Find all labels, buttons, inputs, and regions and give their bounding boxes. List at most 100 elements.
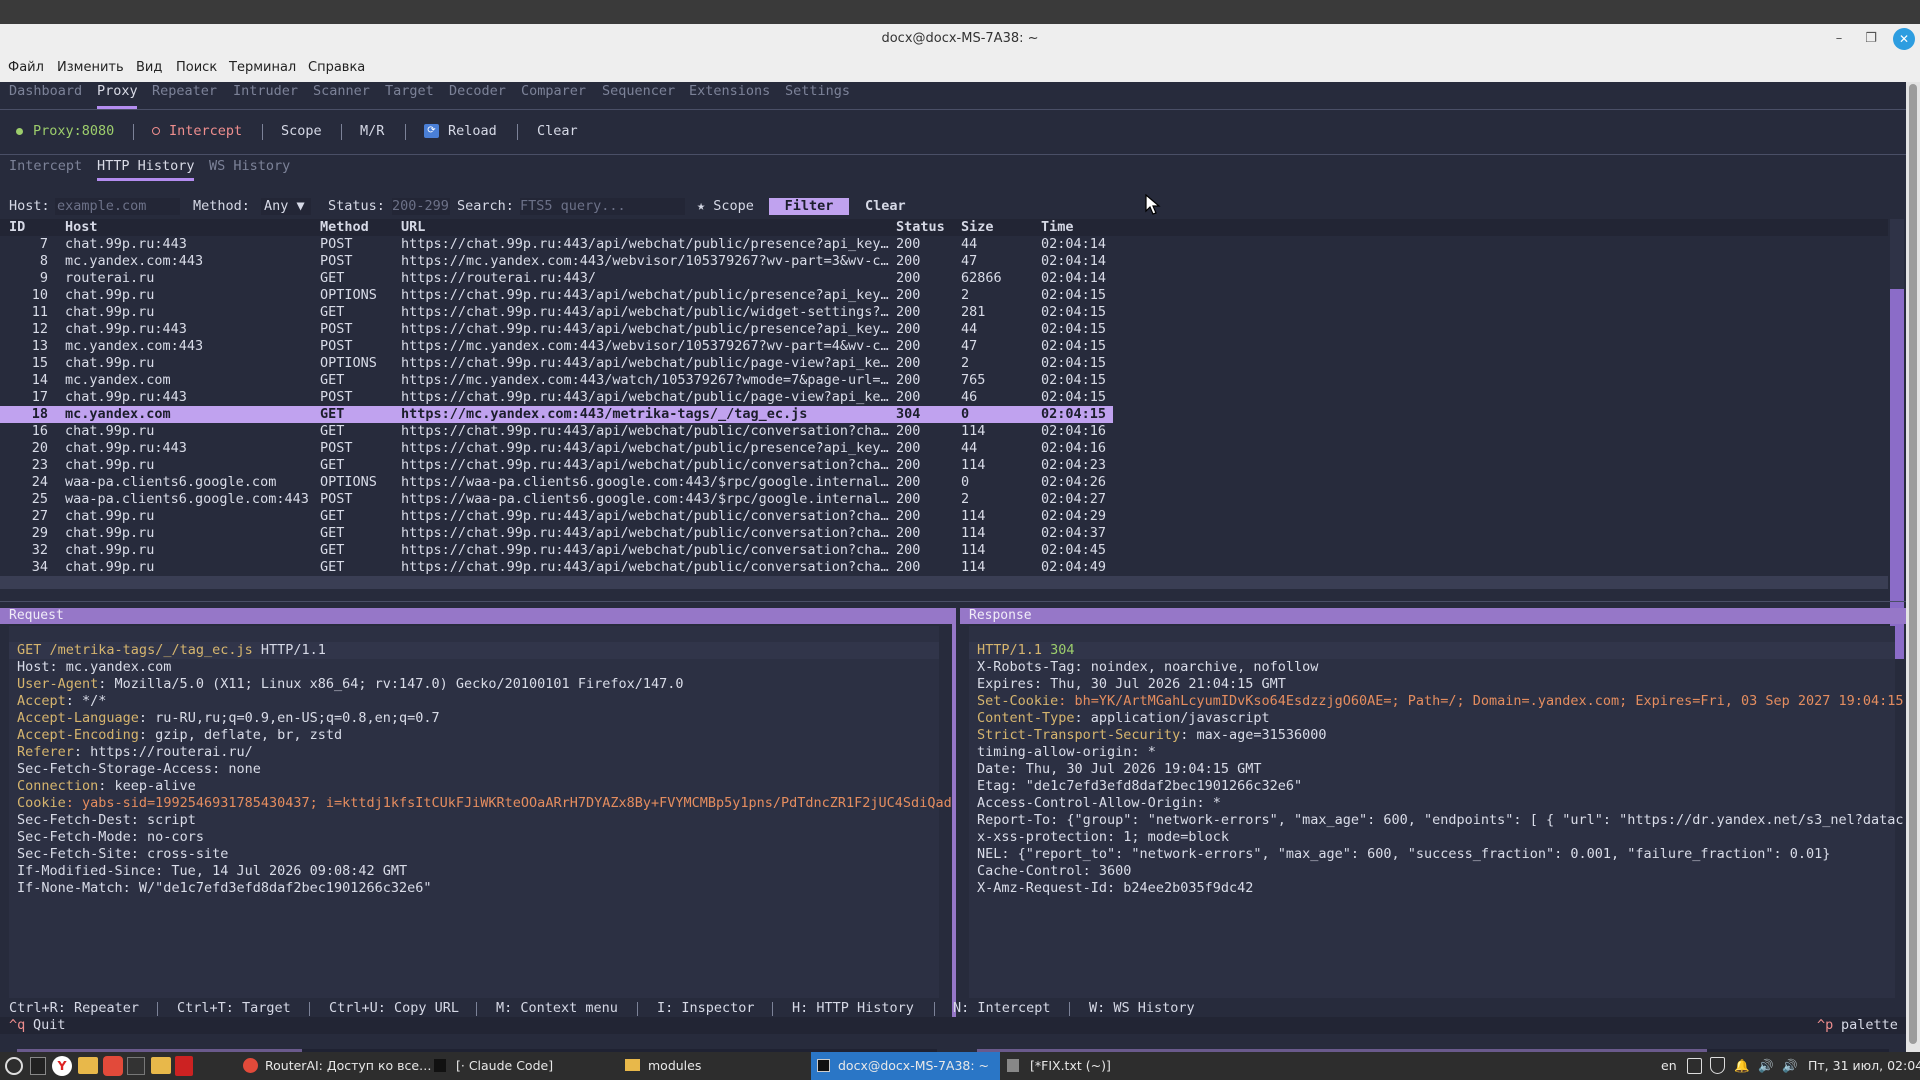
table-scrollbar-track[interactable] [1890,219,1904,659]
column-header-url[interactable]: URL [401,219,425,235]
subtab-http-history[interactable]: HTTP History [97,158,195,174]
status-filter-label: Status: [328,198,385,214]
status-filter-input[interactable]: 200-299 [392,198,450,215]
table-row[interactable]: 25 waa-pa.clients6.google.com:443 POST http… [0,491,1113,508]
column-header-id[interactable]: ID [9,219,25,235]
minimize-icon[interactable]: – [1828,28,1850,50]
table-row[interactable]: 11 chat.99p.ru GET https://chat.99p.ru:443/… [0,304,1113,321]
scope-button[interactable]: Scope [281,123,322,139]
table-hscroll[interactable] [0,576,1888,589]
table-row[interactable]: 8 mc.yandex.com:443 POST https://mc.yandex.… [0,253,1113,270]
tab-scanner[interactable]: Scanner [313,83,370,99]
table-row[interactable]: 17 chat.99p.ru:443 POST https://chat.99p.ru… [0,389,1113,406]
app-launcher-icon[interactable] [103,1056,123,1076]
table-row[interactable]: 14 mc.yandex.com GET https://mc.yandex.com:… [0,372,1113,389]
table-row[interactable]: 10 chat.99p.ru OPTIONS https://chat.99p.ru:… [0,287,1113,304]
reload-button[interactable]: Reload [448,123,497,139]
tab-dashboard[interactable]: Dashboard [9,83,82,99]
table-row[interactable]: 24 waa-pa.clients6.google.com OPTIONS https… [0,474,1113,491]
terminal-icon[interactable] [127,1057,145,1075]
tab-target[interactable]: Target [385,83,434,99]
menu-view[interactable]: Вид [136,60,162,75]
column-header-size[interactable]: Size [961,219,994,235]
column-header-method[interactable]: Method [320,219,369,235]
cell-size: 2 [961,287,970,303]
palette-label[interactable]: palette [1841,1017,1898,1033]
menu-file[interactable]: Файл [8,60,44,75]
files-icon[interactable] [78,1057,98,1074]
cell-status: 304 [896,406,921,422]
clear-button[interactable]: Clear [537,123,578,139]
tab-proxy[interactable]: Proxy [97,83,138,99]
table-row[interactable]: 27 chat.99p.ru GET https://chat.99p.ru:443/… [0,508,1113,525]
subtab-ws-history[interactable]: WS History [209,158,290,174]
table-row[interactable]: 34 chat.99p.ru GET https://chat.99p.ru:443/… [0,559,1113,576]
editor-icon[interactable] [175,1056,193,1076]
table-row[interactable]: 32 chat.99p.ru GET https://chat.99p.ru:443/… [0,542,1113,559]
window-scrollbar[interactable] [1906,82,1920,1052]
response-header-name: Strict-Transport-Security [977,727,1181,743]
tab-repeater[interactable]: Repeater [152,83,217,99]
table-row-selected[interactable]: 18 mc.yandex.com GET https://mc.yandex.com:… [0,406,1113,423]
notifications-icon[interactable]: 🔔 [1734,1058,1750,1074]
clock[interactable]: Пт, 31 июл, 02:04 [1808,1058,1920,1073]
taskbar-window-claude[interactable]: [· Claude Code] [456,1058,553,1073]
table-scrollbar-thumb[interactable] [1890,289,1904,659]
table-row[interactable]: 9 routerai.ru GET https://routerai.ru:443/2… [0,270,1113,287]
table-row[interactable]: 20 chat.99p.ru:443 POST https://chat.99p.ru… [0,440,1113,457]
taskbar-window-modules[interactable]: modules [648,1058,701,1073]
folder-icon[interactable] [151,1057,171,1074]
proxy-listener[interactable]: Proxy:8080 [33,123,114,139]
cell-time: 02:04:15 [1041,304,1107,320]
taskbar-window-terminal[interactable]: docx@docx-MS-7A38: ~ [838,1058,989,1073]
table-row[interactable]: 23 chat.99p.ru GET https://chat.99p.ru:443/… [0,457,1113,474]
maximize-icon[interactable]: ❐ [1860,28,1882,50]
table-row[interactable]: 7 chat.99p.ru:443 POST https://chat.99p.ru:… [0,236,1113,253]
scope-filter-toggle[interactable]: ★ Scope [697,198,754,214]
tab-comparer[interactable]: Comparer [521,83,586,99]
menu-terminal[interactable]: Терминал [229,60,296,75]
column-header-status[interactable]: Status [896,219,945,235]
quit-label[interactable]: Quit [33,1017,66,1033]
intercept-toggle[interactable]: Intercept [169,123,242,139]
taskbar-window-browser[interactable]: RouterAI: Доступ ко все… [265,1058,432,1073]
table-row[interactable]: 29 chat.99p.ru GET https://chat.99p.ru:443/… [0,525,1113,542]
filter-button[interactable]: Filter [769,198,849,215]
taskbar-active-window[interactable]: docx@docx-MS-7A38: ~ [811,1052,1000,1080]
tab-intruder[interactable]: Intruder [233,83,298,99]
method-filter-select[interactable]: Any ▼ [261,198,311,215]
column-header-time[interactable]: Time [1041,219,1074,235]
menu-search[interactable]: Поиск [176,60,217,75]
menu-edit[interactable]: Изменить [57,60,124,75]
yandex-browser-icon[interactable]: Y [52,1056,72,1076]
host-filter-input[interactable]: example.com [55,198,180,215]
volume-icon[interactable]: 🔊 [1758,1058,1774,1074]
response-editor[interactable]: HTTP/1.1 304 X-Robots-Tag: noindex, noar… [969,626,1904,998]
column-header-host[interactable]: Host [65,219,98,235]
subtab-intercept[interactable]: Intercept [9,158,82,174]
tab-sequencer[interactable]: Sequencer [602,83,675,99]
taskbar-window-fix-txt[interactable]: [*FIX.txt (~)] [1030,1058,1111,1073]
cell-id: 16 [31,423,48,439]
filter-clear-button[interactable]: Clear [865,198,906,214]
request-editor[interactable]: GET /metrika-tags/_/tag_ec.js HTTP/1.1 H… [9,626,952,998]
clipboard-icon[interactable] [1687,1058,1702,1074]
terminal-launcher-icon[interactable] [30,1057,46,1075]
keyboard-layout[interactable]: en [1661,1058,1677,1073]
status-line: HTTP/1.1 304 [977,642,1075,659]
audio-icon[interactable]: 🔊 [1782,1058,1798,1074]
search-filter-input[interactable]: FTS5 query... [520,198,685,215]
start-menu-icon[interactable] [5,1057,23,1075]
table-row[interactable]: 16 chat.99p.ru GET https://chat.99p.ru:443/… [0,423,1113,440]
close-icon[interactable]: ✕ [1893,28,1915,50]
shield-icon[interactable] [1710,1057,1725,1074]
menu-help[interactable]: Справка [308,60,365,75]
window-scrollbar-thumb[interactable] [1909,84,1917,1044]
tab-extensions[interactable]: Extensions [689,83,770,99]
match-replace-button[interactable]: M/R [360,123,384,139]
tab-decoder[interactable]: Decoder [449,83,506,99]
table-row[interactable]: 12 chat.99p.ru:443 POST https://chat.99p.ru… [0,321,1113,338]
tab-settings[interactable]: Settings [785,83,850,99]
table-row[interactable]: 13 mc.yandex.com:443 POST https://mc.yandex… [0,338,1113,355]
table-row[interactable]: 15 chat.99p.ru OPTIONS https://chat.99p.ru:… [0,355,1113,372]
